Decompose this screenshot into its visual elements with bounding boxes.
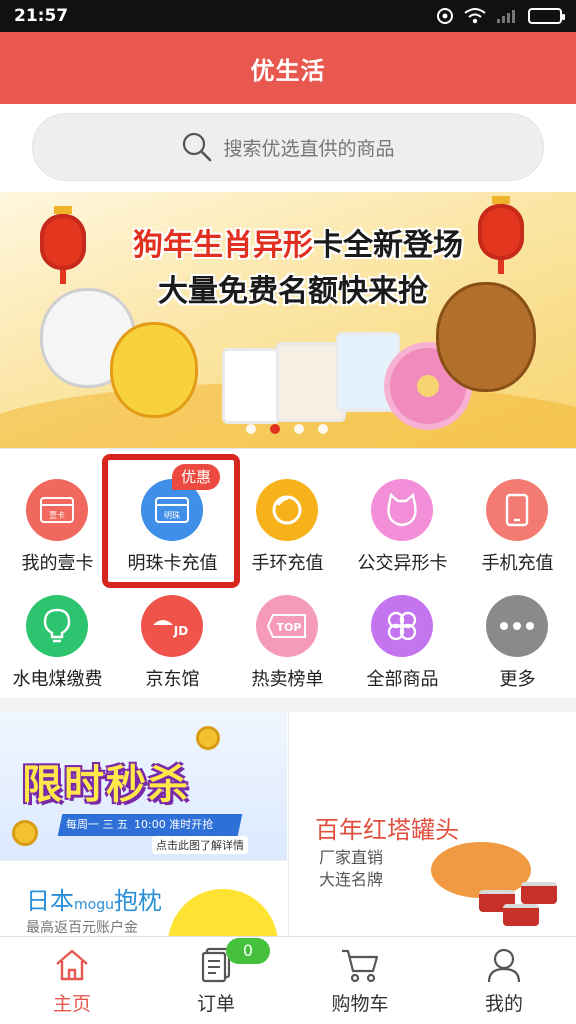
dog-mascot-yellow xyxy=(110,322,198,418)
clover-icon xyxy=(371,595,433,657)
grid-item-phone-recharge[interactable]: 手机充值 xyxy=(460,449,575,574)
more-icon xyxy=(486,595,548,657)
nav-label: 我的 xyxy=(484,993,523,1015)
search-section: 搜索优选直供的商品 xyxy=(0,104,576,192)
status-icons xyxy=(436,7,565,25)
banner-headline: 狗年生肖异形卡全新登场 xyxy=(0,220,576,264)
banner-pagination xyxy=(246,424,328,434)
promo-banner[interactable]: 狗年生肖异形卡全新登场 大量免费名额快来抢 xyxy=(0,192,576,448)
banner-headline-rest: 卡全新登场 xyxy=(313,228,463,263)
pillow-title-b: mogu xyxy=(74,897,114,913)
cart-count-badge: 0 xyxy=(226,938,270,964)
nav-label: 购物车 xyxy=(331,993,389,1015)
banner-dot[interactable] xyxy=(318,424,328,434)
banner-dot[interactable] xyxy=(294,424,304,434)
grid-item-all-products[interactable]: 全部商品 xyxy=(345,565,460,690)
pillow-subtitle: 最高返百元账户金 xyxy=(26,920,138,936)
pillow-image xyxy=(168,889,278,936)
grid-label: 全部商品 xyxy=(366,669,439,690)
card-icon: 壹卡 xyxy=(26,479,88,541)
nav-label: 订单 xyxy=(196,993,235,1015)
grid-label: 京东馆 xyxy=(145,669,200,690)
flash-sale-schedule: 每周一 三 五 xyxy=(66,818,128,831)
flash-sale-time: 10:00 准时开抢 xyxy=(134,818,214,831)
cart-icon xyxy=(340,945,380,985)
jd-icon: JD xyxy=(141,595,203,657)
bottom-nav: 主页 订单 购物车 我的 xyxy=(0,936,576,1024)
cans-subtitle-2: 大连名牌 xyxy=(319,870,384,889)
grid-item-my-card[interactable]: 壹卡 我的壹卡 xyxy=(0,449,115,574)
home-icon xyxy=(52,945,92,985)
banner-headline-highlight: 狗年生肖异形 xyxy=(133,228,313,263)
monkey-mascot xyxy=(436,282,536,392)
flash-sale-cta: 点击此图了解详情 xyxy=(152,836,248,854)
wifi-icon xyxy=(464,8,486,24)
card-art-1 xyxy=(222,348,280,424)
grid-label: 水电煤缴费 xyxy=(12,669,103,690)
grid-label: 热卖榜单 xyxy=(251,669,324,690)
banner-dot[interactable] xyxy=(246,424,256,434)
cat-card-icon xyxy=(371,479,433,541)
grid-item-wristband-recharge[interactable]: 手环充值 xyxy=(230,449,345,574)
function-grid: 壹卡 我的壹卡 明珠 明珠卡充值 手环充值 公交异形卡 手机充值 水电煤缴费 J… xyxy=(0,448,576,698)
location-icon xyxy=(437,8,453,24)
wristband-icon xyxy=(256,479,318,541)
pillow-promo[interactable]: 日本mogu抱枕 最高返百元账户金 xyxy=(0,860,287,936)
pillow-title-a: 日本 xyxy=(26,887,74,915)
flash-sale-title: 限时秒杀 xyxy=(22,762,190,808)
promo-section: 限时秒杀 每周一 三 五 10:00 准时开抢 点击此图了解详情 日本mogu抱… xyxy=(0,712,576,936)
phone-icon xyxy=(486,479,548,541)
discount-badge: 优惠 xyxy=(172,464,221,490)
grid-item-more[interactable]: 更多 xyxy=(460,565,575,690)
search-icon xyxy=(183,132,212,162)
cans-subtitle-1: 厂家直销 xyxy=(319,848,384,867)
grid-item-jd-store[interactable]: JD 京东馆 xyxy=(115,565,230,690)
search-placeholder: 搜索优选直供的商品 xyxy=(223,137,395,160)
can-image xyxy=(521,882,557,904)
search-input[interactable]: 搜索优选直供的商品 xyxy=(32,113,544,181)
page-title: 优生活 xyxy=(250,56,326,85)
grid-item-utilities[interactable]: 水电煤缴费 xyxy=(0,565,115,690)
signal-icon xyxy=(497,10,515,23)
cans-promo[interactable]: 百年红塔罐头 厂家直销 大连名牌 xyxy=(288,712,576,936)
svg-text:明珠: 明珠 xyxy=(164,510,180,520)
app-header: 优生活 xyxy=(0,32,576,104)
battery-icon xyxy=(528,8,565,24)
pillow-title: 日本mogu抱枕 xyxy=(26,881,162,916)
status-time: 21:57 xyxy=(14,6,69,26)
nav-label: 主页 xyxy=(52,993,91,1015)
svg-text:JD: JD xyxy=(173,624,188,638)
svg-text:TOP: TOP xyxy=(277,621,302,634)
can-image xyxy=(503,904,539,926)
nav-profile[interactable]: 我的 xyxy=(432,937,576,1024)
grid-item-bestsellers[interactable]: TOP 热卖榜单 xyxy=(230,565,345,690)
cans-title: 百年红塔罐头 xyxy=(315,816,459,844)
nav-home[interactable]: 主页 xyxy=(0,937,144,1024)
flash-sale-banner[interactable]: 限时秒杀 每周一 三 五 10:00 准时开抢 点击此图了解详情 xyxy=(0,712,287,860)
grid-label: 更多 xyxy=(499,669,536,690)
coin-icon xyxy=(12,820,38,846)
user-icon xyxy=(484,945,524,985)
coin-icon xyxy=(196,726,220,750)
grid-item-bus-card[interactable]: 公交异形卡 xyxy=(345,449,460,574)
svg-text:壹卡: 壹卡 xyxy=(49,510,65,520)
nav-cart[interactable]: 购物车 xyxy=(288,937,432,1024)
status-bar: 21:57 xyxy=(0,0,576,32)
bulb-icon xyxy=(26,595,88,657)
top-tag-icon: TOP xyxy=(256,595,318,657)
pillow-title-c: 抱枕 xyxy=(113,887,162,915)
banner-dot-active[interactable] xyxy=(270,424,280,434)
